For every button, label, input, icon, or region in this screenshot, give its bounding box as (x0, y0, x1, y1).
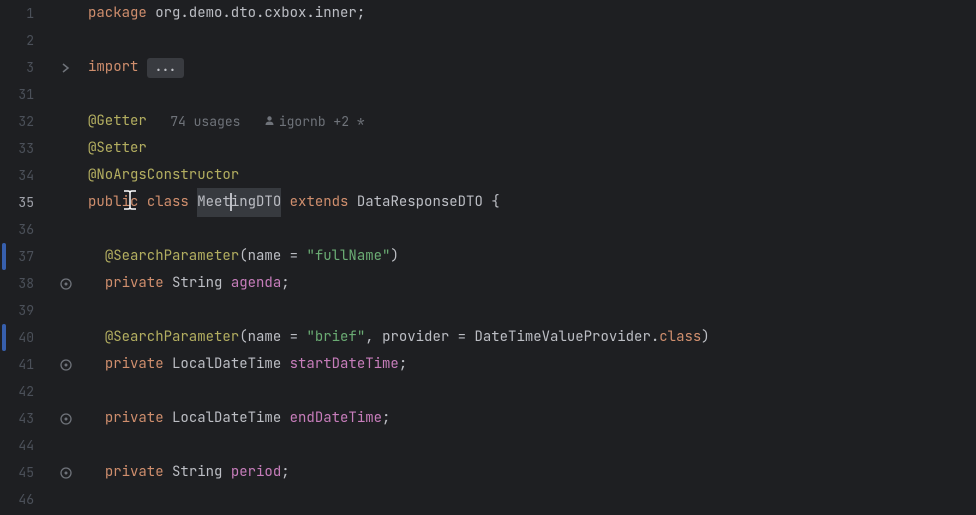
code-line[interactable] (88, 297, 976, 324)
change-marker[interactable] (2, 324, 6, 351)
text-caret (230, 193, 232, 211)
line-number[interactable]: 41 (0, 351, 34, 378)
code-editor[interactable]: package org.demo.dto.cxbox.inner; import … (80, 0, 976, 515)
collapsed-fold[interactable]: ... (147, 58, 184, 78)
code-line[interactable] (88, 81, 976, 108)
line-number[interactable]: 39 (0, 297, 34, 324)
code-line[interactable]: @SearchParameter(name = "brief", provide… (88, 324, 976, 351)
usages-icon[interactable] (52, 405, 80, 432)
usages-icon[interactable] (52, 351, 80, 378)
code-line[interactable] (88, 378, 976, 405)
code-line[interactable]: private LocalDateTime startDateTime; (88, 351, 976, 378)
line-number-gutter[interactable]: 12331323334353637383940414243444546 (0, 0, 52, 515)
line-number[interactable]: 31 (0, 81, 34, 108)
code-line[interactable]: private LocalDateTime endDateTime; (88, 405, 976, 432)
code-line[interactable]: package org.demo.dto.cxbox.inner; (88, 0, 976, 27)
usages-icon[interactable] (52, 270, 80, 297)
gutter-icons (52, 0, 80, 515)
code-line[interactable]: public class MeetingDTO extends DataResp… (88, 189, 976, 216)
code-line[interactable] (88, 432, 976, 459)
usages-hint[interactable]: 74 usages (147, 108, 264, 135)
line-number[interactable]: 35 (0, 189, 34, 216)
code-line[interactable] (88, 27, 976, 54)
code-line[interactable]: import ... (88, 54, 976, 81)
code-line[interactable]: private String period; (88, 459, 976, 486)
code-line[interactable]: @Getter 74 usages igornb +2 * (88, 108, 976, 135)
code-line[interactable]: @SearchParameter(name = "fullName") (88, 243, 976, 270)
line-number[interactable]: 32 (0, 108, 34, 135)
line-number[interactable]: 45 (0, 459, 34, 486)
line-number[interactable]: 43 (0, 405, 34, 432)
change-marker[interactable] (2, 243, 6, 270)
line-number[interactable]: 33 (0, 135, 34, 162)
line-number[interactable]: 2 (0, 27, 34, 54)
code-line[interactable]: @NoArgsConstructor (88, 162, 976, 189)
author-icon (264, 115, 275, 126)
fold-chevron-icon[interactable] (52, 54, 80, 81)
line-number[interactable]: 36 (0, 216, 34, 243)
line-number[interactable]: 44 (0, 432, 34, 459)
class-name-highlight[interactable]: MeetingDTO (197, 188, 281, 217)
usages-icon[interactable] (52, 459, 80, 486)
line-number[interactable]: 38 (0, 270, 34, 297)
editor-container: 12331323334353637383940414243444546 pack… (0, 0, 976, 515)
author-hint[interactable]: igornb +2 * (264, 108, 365, 135)
code-line[interactable] (88, 216, 976, 243)
code-line[interactable]: @Setter (88, 135, 976, 162)
line-number[interactable]: 42 (0, 378, 34, 405)
line-number[interactable]: 1 (0, 0, 34, 27)
code-line[interactable]: private String agenda; (88, 270, 976, 297)
line-number[interactable]: 3 (0, 54, 34, 81)
line-number[interactable]: 46 (0, 486, 34, 513)
code-line[interactable] (88, 486, 976, 513)
line-number[interactable]: 34 (0, 162, 34, 189)
